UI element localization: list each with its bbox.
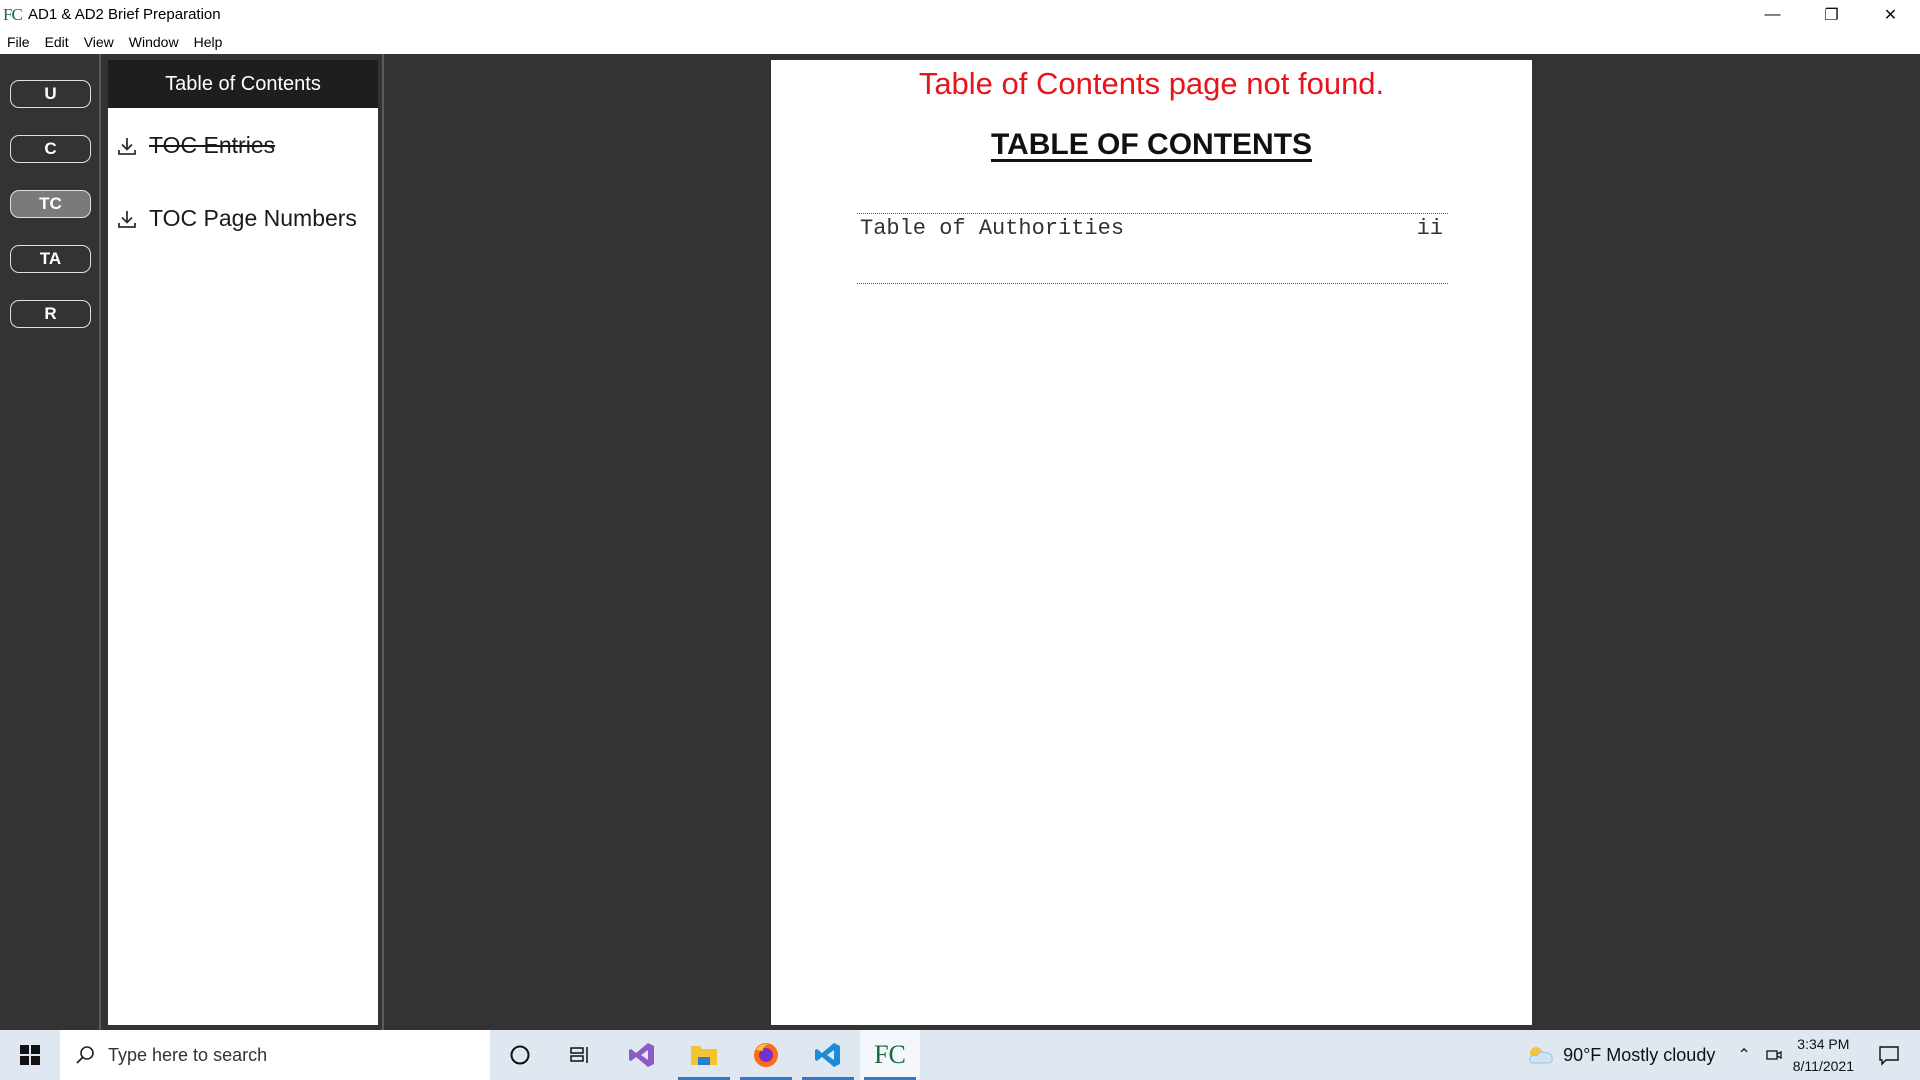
- visual-studio-icon: [629, 1043, 654, 1067]
- rail-button-ta[interactable]: TA: [10, 245, 91, 273]
- menu-bar: File Edit View Window Help: [0, 29, 1920, 54]
- toc-entry-list: Table of Authorities ii: [857, 213, 1448, 284]
- windows-icon: [20, 1045, 40, 1065]
- left-rail: U C TC TA R: [0, 54, 101, 1030]
- file-explorer-icon[interactable]: [674, 1030, 734, 1080]
- rail-button-u[interactable]: U: [10, 80, 91, 108]
- cortana-icon: [510, 1045, 530, 1065]
- side-item-label: TOC Page Numbers: [149, 205, 357, 231]
- taskbar-search[interactable]: Type here to search: [60, 1030, 490, 1080]
- side-item-toc-entries[interactable]: TOC Entries: [115, 132, 275, 159]
- search-placeholder: Type here to search: [108, 1044, 268, 1065]
- meet-now-icon[interactable]: [1765, 1046, 1783, 1064]
- taskbar: Type here to search FC 90°F Mostly cloud…: [0, 1030, 1920, 1080]
- vscode-icon[interactable]: [798, 1030, 858, 1080]
- chevron-up-icon[interactable]: ⌃: [1737, 1045, 1750, 1065]
- close-button[interactable]: ✕: [1861, 0, 1920, 29]
- firefox-icon[interactable]: [736, 1030, 796, 1080]
- restore-button[interactable]: ❐: [1802, 0, 1861, 29]
- system-tray: 90°F Mostly cloudy ⌃ 3:34 PM 8/11/2021: [1527, 1030, 1920, 1080]
- weather-text[interactable]: 90°F Mostly cloudy: [1563, 1045, 1715, 1066]
- side-panel: Table of Contents TOC Entries TOC Page N…: [108, 60, 378, 1025]
- menu-edit[interactable]: Edit: [45, 34, 69, 50]
- rail-button-tc[interactable]: TC: [10, 190, 91, 218]
- clock-time: 3:34 PM: [1797, 1036, 1850, 1052]
- start-button[interactable]: [0, 1030, 60, 1080]
- minimize-button[interactable]: —: [1743, 0, 1802, 29]
- panel-divider[interactable]: [382, 54, 384, 1030]
- side-panel-header: Table of Contents: [108, 60, 378, 108]
- menu-help[interactable]: Help: [194, 34, 223, 50]
- document-heading: TABLE OF CONTENTS: [990, 128, 1313, 161]
- task-view-icon[interactable]: [550, 1030, 610, 1080]
- vscode-icon: [815, 1043, 840, 1067]
- rail-button-c[interactable]: C: [10, 135, 91, 163]
- app-logo-icon: FC: [3, 4, 23, 24]
- search-icon: [76, 1046, 94, 1064]
- fc-app-logo: FC: [874, 1040, 906, 1069]
- window-controls: — ❐ ✕: [1743, 0, 1920, 29]
- document-page: Table of Contents page not found. TABLE …: [771, 60, 1532, 1025]
- download-icon: [118, 210, 136, 228]
- title-bar: FC AD1 & AD2 Brief Preparation — ❐ ✕: [0, 0, 1920, 29]
- cloud-icon: [1529, 1047, 1553, 1064]
- fc-app-icon[interactable]: FC: [860, 1030, 920, 1080]
- menu-view[interactable]: View: [84, 34, 114, 50]
- notifications-icon[interactable]: [1878, 1044, 1900, 1066]
- firefox-icon: [754, 1043, 778, 1067]
- side-item-toc-page-numbers[interactable]: TOC Page Numbers: [115, 205, 357, 232]
- menu-window[interactable]: Window: [129, 34, 179, 50]
- menu-file[interactable]: File: [7, 34, 30, 50]
- visual-studio-icon[interactable]: [612, 1030, 672, 1080]
- side-item-label: TOC Entries: [149, 132, 276, 158]
- task-view-icon: [570, 1047, 588, 1063]
- window-title: AD1 & AD2 Brief Preparation: [28, 6, 221, 23]
- clock-date: 8/11/2021: [1792, 1058, 1854, 1074]
- folder-icon: [691, 1046, 717, 1065]
- rail-button-r[interactable]: R: [10, 300, 91, 328]
- toc-entry-text: Table of Authorities: [860, 216, 1125, 241]
- error-message: Table of Contents page not found.: [918, 66, 1385, 101]
- clock[interactable]: 3:34 PM 8/11/2021: [1793, 1033, 1854, 1077]
- toc-entry-page-number: ii: [1416, 216, 1443, 241]
- cortana-icon[interactable]: [490, 1030, 550, 1080]
- download-icon: [118, 137, 136, 155]
